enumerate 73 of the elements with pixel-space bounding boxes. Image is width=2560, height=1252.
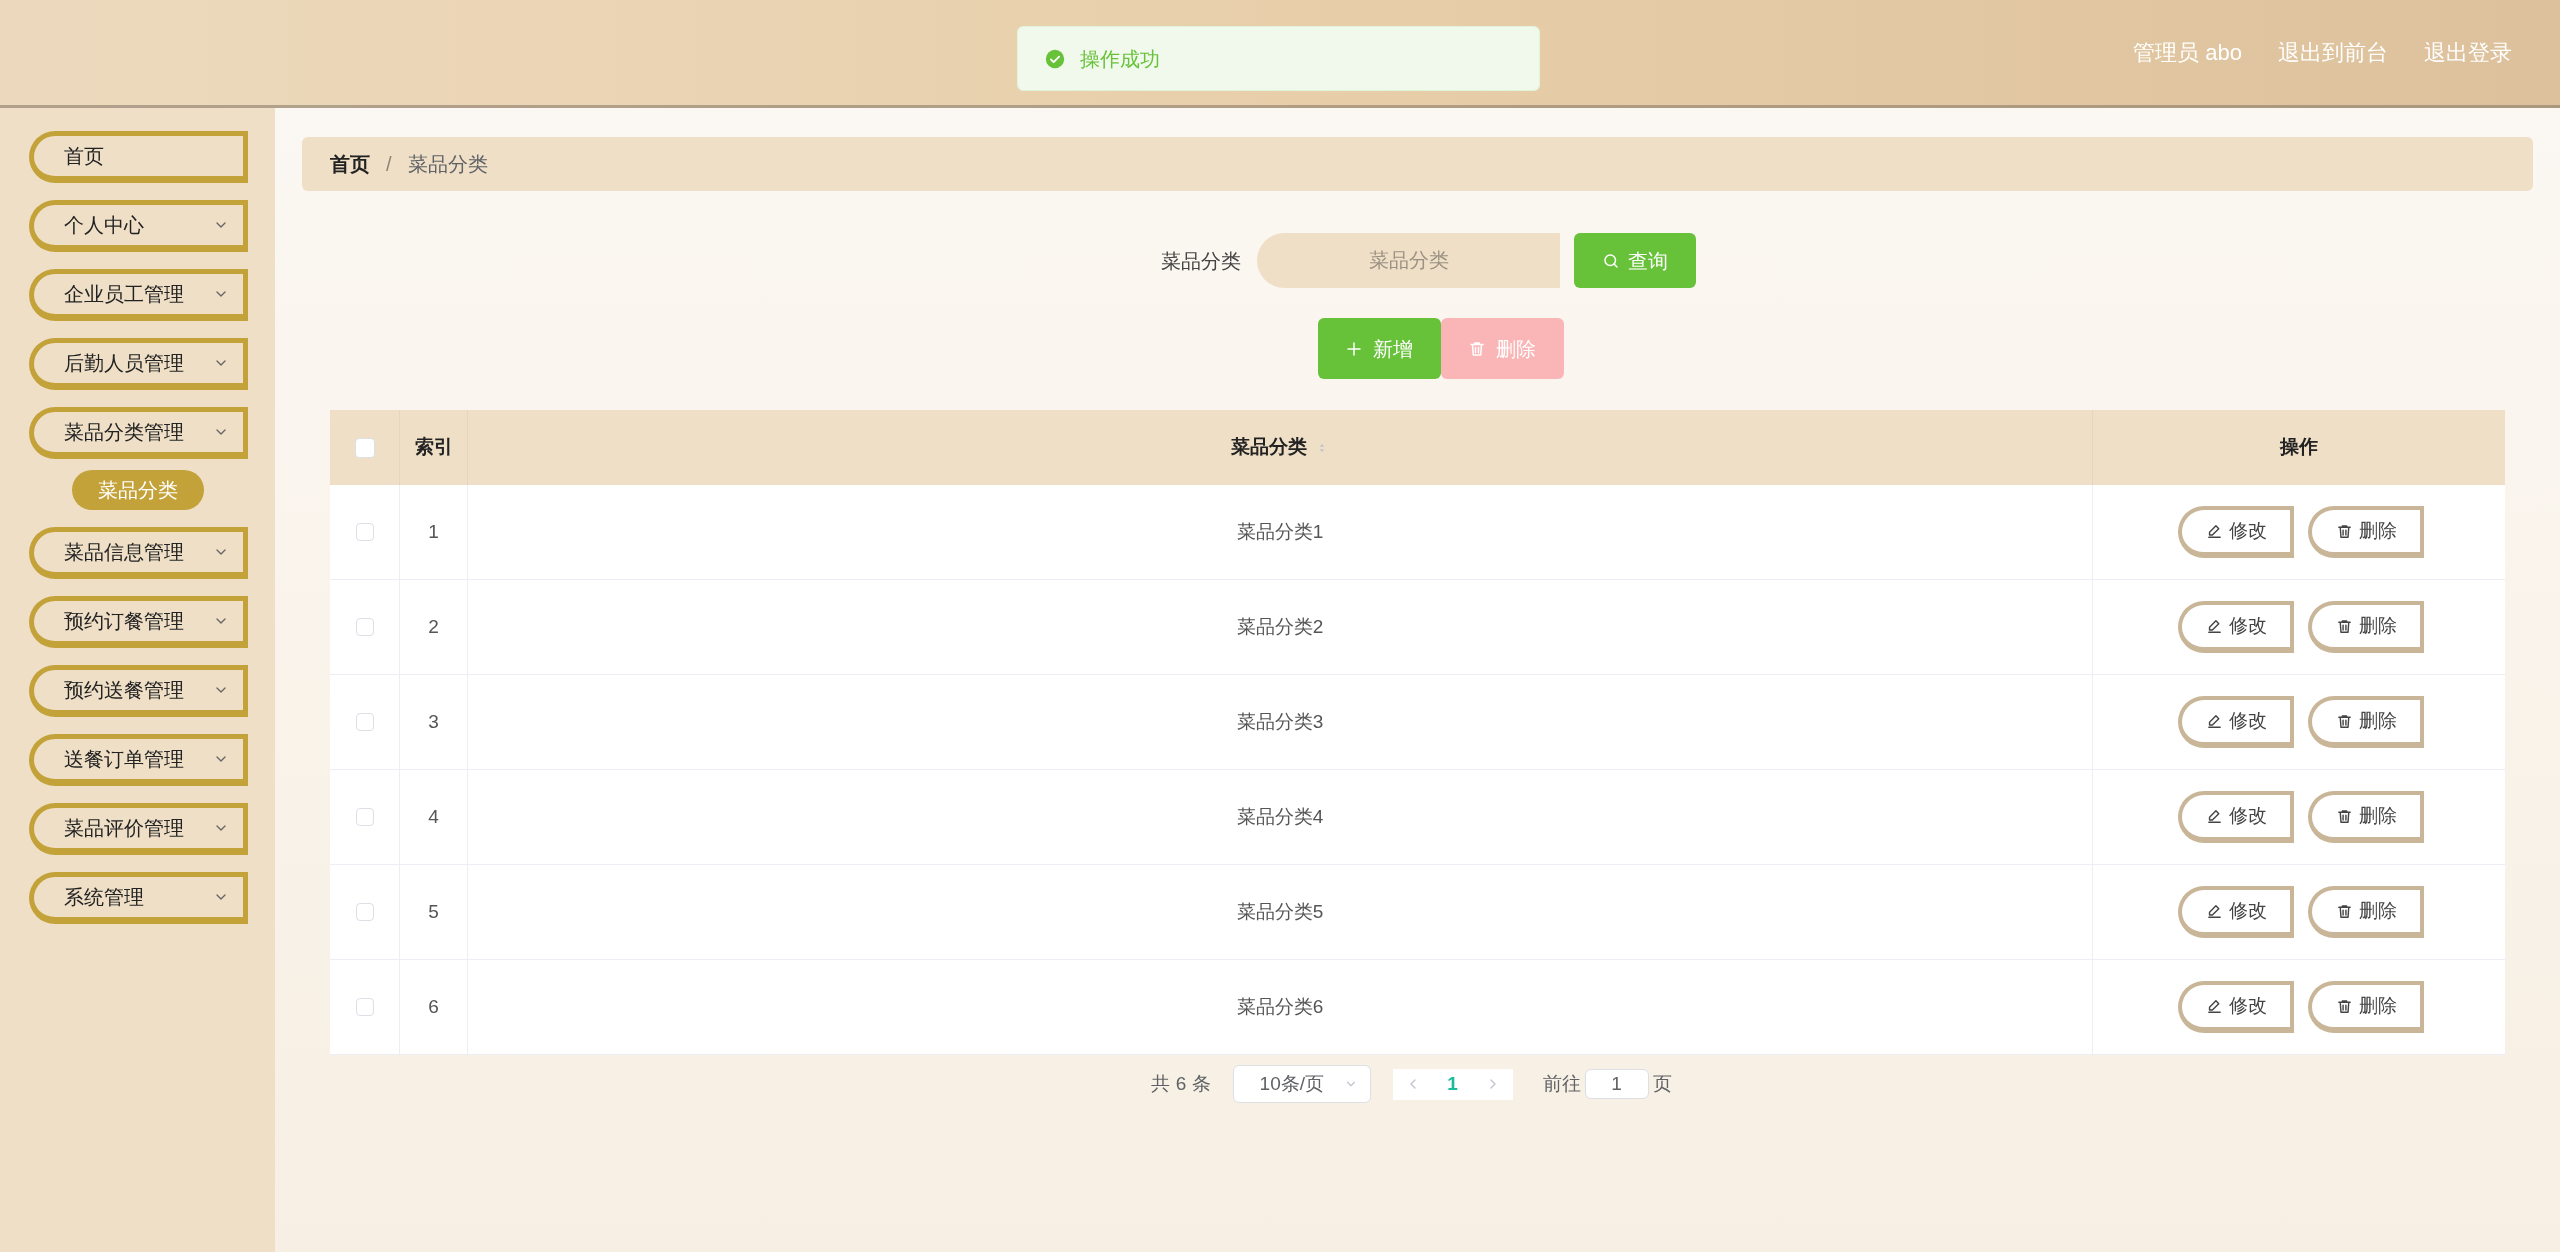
sidebar-item[interactable]: 个人中心 [29, 200, 248, 252]
trash-icon [2335, 997, 2353, 1015]
pen-icon [2205, 522, 2223, 540]
row-checkbox[interactable] [355, 903, 374, 921]
edit-button[interactable]: 修改 [2178, 886, 2294, 938]
edit-button[interactable]: 修改 [2178, 981, 2294, 1033]
search-icon [1602, 251, 1620, 270]
trash-icon [2335, 617, 2353, 635]
table-cell-text: 菜品分类1 [1236, 519, 1324, 544]
trash-icon [2335, 522, 2353, 540]
pen-icon [2205, 712, 2223, 730]
breadcrumb-link[interactable]: 首页 [330, 149, 370, 179]
column-header: 索引 [400, 410, 468, 485]
sidebar-item[interactable]: 菜品评价管理 [29, 803, 248, 855]
trash-icon [1468, 339, 1486, 358]
row-checkbox[interactable] [355, 618, 374, 636]
select-all-checkbox[interactable] [354, 437, 375, 458]
pen-icon [2205, 617, 2223, 635]
sidebar-item[interactable]: 首页 [29, 131, 248, 183]
sidebar-item[interactable]: 菜品信息管理 [29, 527, 248, 579]
delete-row-button[interactable]: 删除 [2308, 791, 2424, 843]
table-cell-text: 菜品分类2 [1236, 614, 1324, 639]
table-cell-text: 菜品分类3 [1236, 709, 1324, 734]
sidebar-item[interactable]: 预约订餐管理 [29, 596, 248, 648]
check-circle-icon [1044, 47, 1066, 70]
column-header: 菜品分类 [1231, 435, 1307, 460]
table-cell-text: 2 [428, 614, 439, 639]
sidebar-item[interactable]: 预约送餐管理 [29, 665, 248, 717]
toast-message: 操作成功 [1080, 46, 1160, 72]
table-cell-text: 1 [428, 519, 439, 544]
delete-row-button[interactable]: 删除 [2308, 601, 2424, 653]
column-header: 操作 [2278, 435, 2319, 460]
breadcrumb-separator: / [386, 152, 392, 177]
row-checkbox[interactable] [355, 713, 374, 731]
delete-row-button[interactable]: 删除 [2308, 696, 2424, 748]
user-name: 管理员 abo [2133, 39, 2242, 67]
trash-icon [2335, 807, 2353, 825]
pen-icon [2205, 807, 2223, 825]
sidebar-item[interactable]: 送餐订单管理 [29, 734, 248, 786]
table-cell-text: 菜品分类5 [1236, 899, 1324, 924]
delete-row-button[interactable]: 删除 [2308, 886, 2424, 938]
edit-button[interactable]: 修改 [2178, 696, 2294, 748]
table-cell-text: 5 [428, 899, 439, 924]
goto-suffix: 页 [1652, 1071, 1672, 1096]
edit-button[interactable]: 修改 [2178, 506, 2294, 558]
table-cell-text: 3 [428, 709, 439, 734]
table-cell-text: 4 [428, 804, 439, 829]
row-checkbox[interactable] [355, 998, 374, 1016]
delete-row-button[interactable]: 删除 [2308, 981, 2424, 1033]
edit-button[interactable]: 修改 [2178, 791, 2294, 843]
table-cell-text: 菜品分类4 [1236, 804, 1324, 829]
sidebar-item[interactable]: 后勤人员管理 [29, 338, 248, 390]
delete-row-button[interactable]: 删除 [2308, 506, 2424, 558]
search-label: 菜品分类 [1161, 248, 1241, 274]
table-cell-text: 6 [428, 994, 439, 1019]
goto-page-field[interactable]: 1 [1584, 1069, 1649, 1099]
edit-button[interactable]: 修改 [2178, 601, 2294, 653]
pen-icon [2205, 997, 2223, 1015]
page-size-select[interactable]: 10条/页 [1232, 1065, 1371, 1103]
sidebar-item[interactable]: 系统管理 [29, 872, 248, 924]
goto-label: 前往 [1542, 1071, 1581, 1096]
row-checkbox[interactable] [355, 523, 374, 541]
sidebar-item[interactable]: 企业员工管理 [29, 269, 248, 321]
table-cell-text: 菜品分类6 [1236, 994, 1324, 1019]
total-count: 共 6 条 [1151, 1071, 1211, 1096]
plus-icon [1345, 339, 1363, 358]
breadcrumb-link[interactable]: 菜品分类 [407, 149, 488, 179]
search-field[interactable]: 菜品分类 [1257, 233, 1560, 288]
sidebar-item[interactable]: 菜品分类管理 [29, 407, 248, 459]
trash-icon [2335, 712, 2353, 730]
trash-icon [2335, 902, 2353, 920]
pen-icon [2205, 902, 2223, 920]
row-checkbox[interactable] [355, 808, 374, 826]
